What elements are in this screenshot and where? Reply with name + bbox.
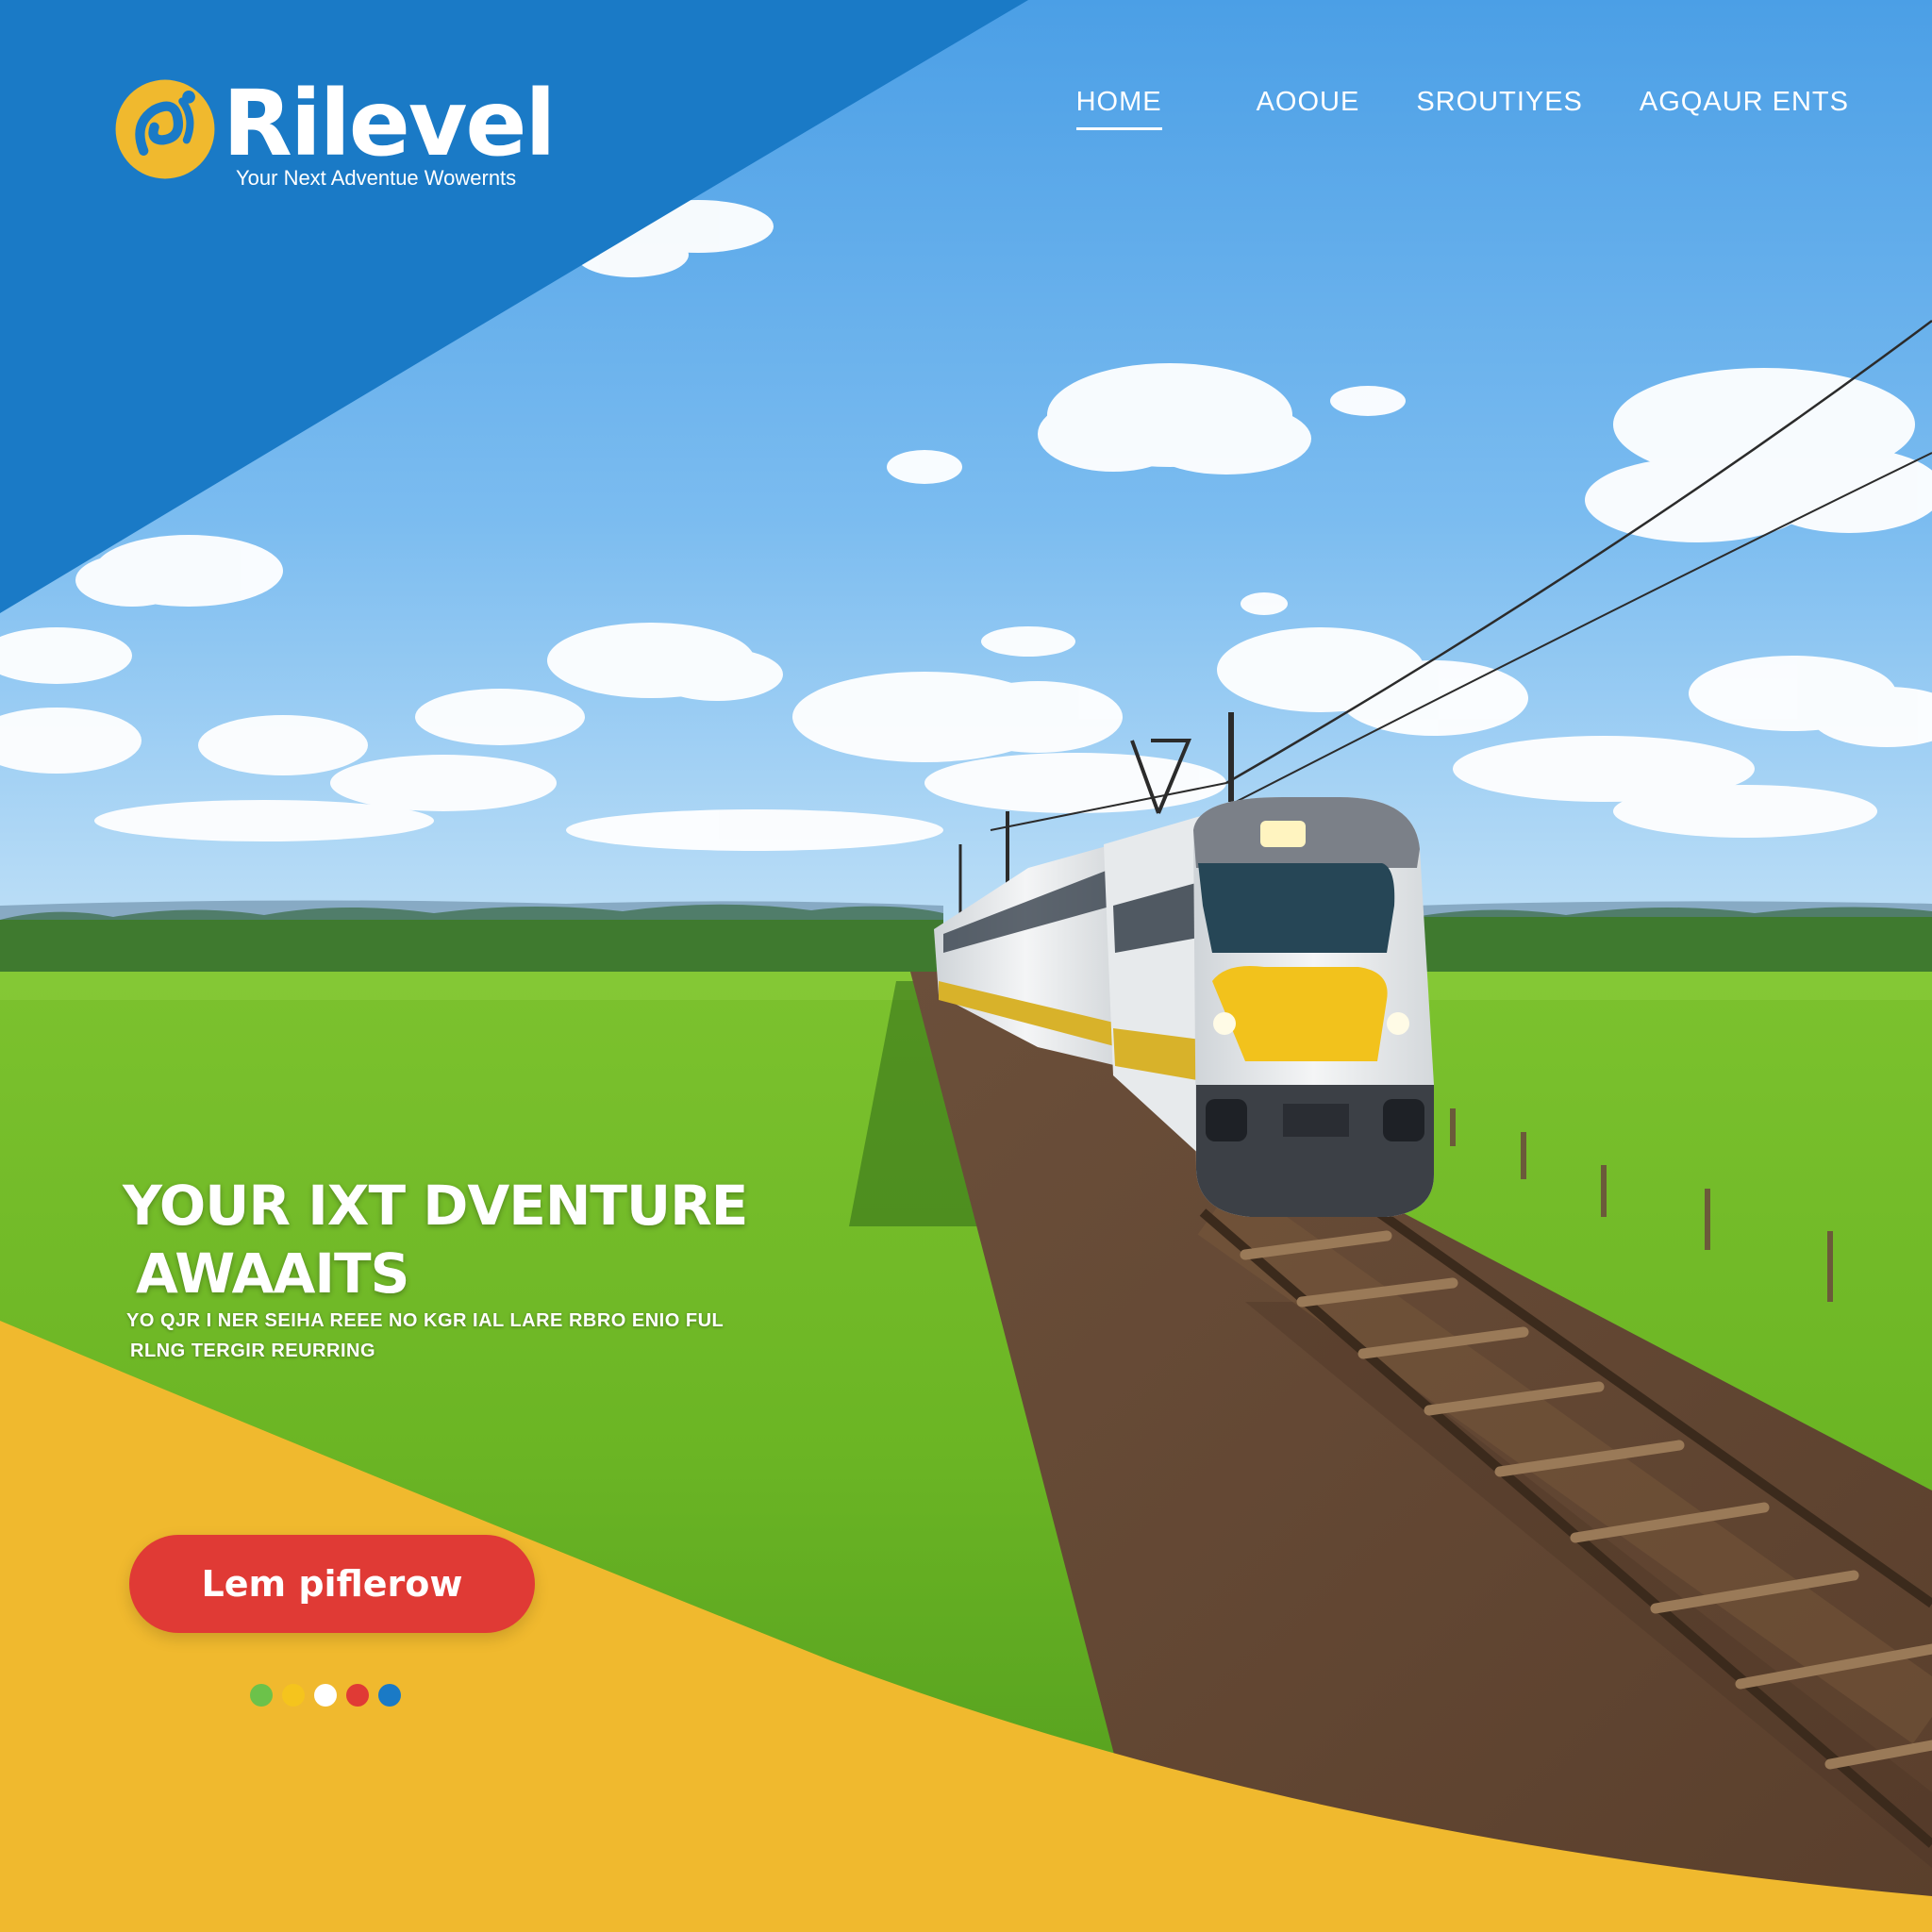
nav-routes[interactable]: SROUTIYES	[1416, 87, 1583, 130]
carousel-dots	[250, 1684, 401, 1707]
hero-subtitle-line1: YO QJR I NER SEIHA REEE NO KGR IAL LARE …	[126, 1310, 724, 1331]
carousel-dot-2[interactable]	[282, 1684, 305, 1707]
windscreen	[1198, 863, 1395, 953]
nav-home[interactable]: HOME	[1075, 87, 1162, 130]
hero-title-line2: AWAAITS	[136, 1241, 409, 1306]
brand-tagline: Your Next Adventue Wowernts	[236, 166, 517, 190]
brand-name: Rilevel	[223, 71, 556, 176]
hero-title: YOUR IXT DVENTURE AWAAITS	[123, 1172, 748, 1307]
carousel-dot-1[interactable]	[250, 1684, 273, 1707]
hero-title-line1: YOUR IXT DVENTURE	[123, 1174, 748, 1238]
swirl-logo-icon	[115, 79, 215, 179]
carousel-dot-3[interactable]	[314, 1684, 337, 1707]
nav-about[interactable]: AOOUE	[1257, 87, 1360, 130]
hero-subtitle-line2: RLNG TERGIR REURRING	[130, 1341, 375, 1361]
hero-subtitle: YO QJR I NER SEIHA REEE NO KGR IAL LARE …	[126, 1306, 724, 1366]
hero-background-scene	[0, 0, 1932, 1932]
nav-requirements[interactable]: AGQAUR ENTS	[1640, 87, 1849, 130]
brand-logo[interactable]: Rilevel Your Next Adventue Wowernts	[111, 70, 640, 202]
top-navigation: HOME AOOUE SROUTIYES AGQAUR ENTS	[1075, 87, 1849, 130]
carousel-dot-4[interactable]	[346, 1684, 369, 1707]
cta-button[interactable]: Lem piflerow	[129, 1535, 535, 1633]
carousel-dot-5[interactable]	[378, 1684, 401, 1707]
